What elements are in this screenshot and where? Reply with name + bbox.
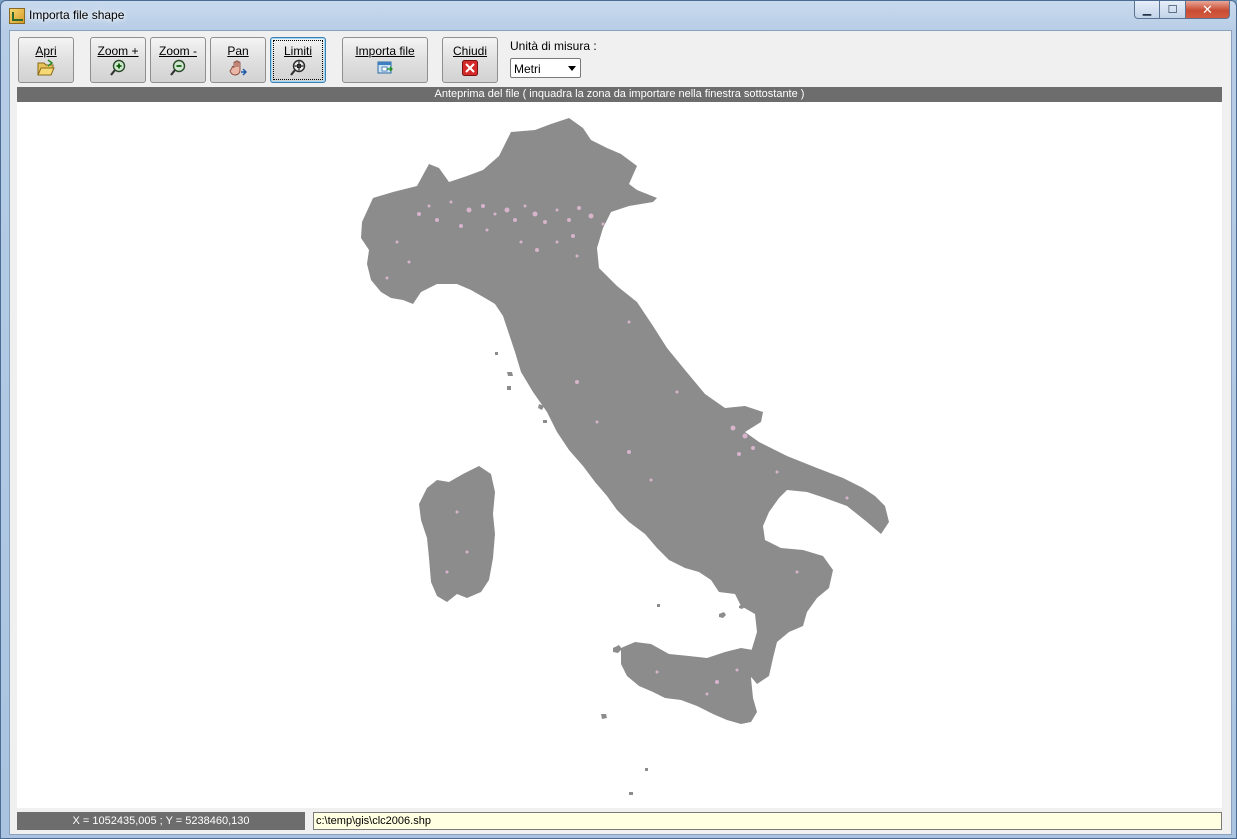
unit-of-measure-label: Unità di misura : xyxy=(510,39,597,53)
zoom-out-button[interactable]: Zoom - xyxy=(150,37,206,83)
close-button-label: Chiudi xyxy=(452,44,488,58)
italy-shapefile-map xyxy=(361,118,889,795)
pan-hand-icon xyxy=(229,60,247,76)
maximize-button[interactable]: ☐ xyxy=(1160,1,1186,19)
map-preview-canvas[interactable] xyxy=(17,102,1222,808)
import-shapefile-window: Importa file shape ▁ ☐ ✕ Apri Zoom + Zoo… xyxy=(0,0,1237,839)
title-bar[interactable]: Importa file shape ▁ ☐ ✕ xyxy=(1,1,1236,29)
chevron-down-icon xyxy=(568,66,576,71)
zoom-in-button[interactable]: Zoom + xyxy=(90,37,146,83)
import-file-icon xyxy=(377,61,393,74)
minimize-button[interactable]: ▁ xyxy=(1134,1,1160,19)
zoom-in-icon xyxy=(110,59,126,76)
close-button[interactable]: Chiudi xyxy=(442,37,498,83)
open-button-label: Apri xyxy=(35,44,57,58)
sicily-shape xyxy=(621,642,757,724)
close-window-button[interactable]: ✕ xyxy=(1186,1,1230,19)
sardinia-shape xyxy=(419,466,495,602)
unit-of-measure-value: Metri xyxy=(514,62,541,76)
extents-button-label: Limiti xyxy=(283,44,312,58)
zoom-out-button-label: Zoom - xyxy=(158,44,197,58)
zoom-extents-icon xyxy=(290,59,306,76)
import-file-button-label: Importa file xyxy=(355,44,415,58)
status-bar: X = 1052435,005 ; Y = 5238460,130 c:\tem… xyxy=(17,812,1222,830)
pan-button-label: Pan xyxy=(227,44,249,58)
app-icon xyxy=(9,8,25,24)
window-title: Importa file shape xyxy=(29,8,125,22)
unit-of-measure-select[interactable]: Metri xyxy=(510,58,581,78)
import-file-button[interactable]: Importa file xyxy=(342,37,428,83)
pan-button[interactable]: Pan xyxy=(210,37,266,83)
mainland-shape xyxy=(361,118,889,684)
extents-button[interactable]: Limiti xyxy=(270,37,326,83)
preview-header: Anteprima del file ( inquadra la zona da… xyxy=(17,87,1222,102)
zoom-in-button-label: Zoom + xyxy=(97,44,139,58)
close-red-icon xyxy=(462,60,478,76)
cursor-coordinates: X = 1052435,005 ; Y = 5238460,130 xyxy=(17,812,305,830)
window-controls: ▁ ☐ ✕ xyxy=(1134,1,1230,21)
file-path-field[interactable]: c:\temp\gis\clc2006.shp xyxy=(313,812,1222,830)
zoom-out-icon xyxy=(170,59,186,76)
client-area: Apri Zoom + Zoom - Pan Limiti Importa fi… xyxy=(9,30,1232,835)
open-button[interactable]: Apri xyxy=(18,37,74,83)
folder-open-icon xyxy=(37,59,55,76)
